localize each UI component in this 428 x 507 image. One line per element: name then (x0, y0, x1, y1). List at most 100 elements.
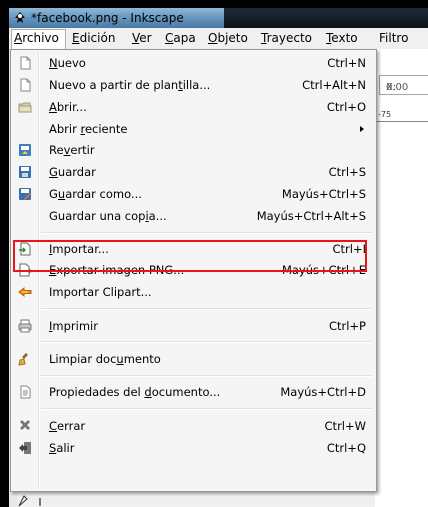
label-text: ardar como... (65, 187, 142, 201)
menu-objeto[interactable]: Objeto (208, 31, 248, 45)
label-text: alir (56, 441, 75, 455)
menu-label: Filtro (379, 31, 409, 45)
menu-label: rayecto (266, 31, 312, 45)
shortcut: Mayús+Ctrl+D (280, 385, 366, 399)
shortcut: Mayús+Ctrl+Alt+S (256, 209, 366, 223)
label-text: illa... (182, 78, 211, 92)
label-text: uevo (57, 56, 86, 70)
menu-item-guardar-como[interactable]: Guardar como... Mayús+Ctrl+S (13, 183, 374, 205)
menu-item-salir[interactable]: Salir Ctrl+Q (13, 437, 374, 459)
menu-separator (41, 375, 372, 377)
mnemonic: u (116, 352, 124, 366)
x-value: 0.00 (386, 82, 409, 93)
menu-separator (41, 308, 372, 310)
save-icon (19, 166, 31, 178)
menu-item-label: Limpiar documento (49, 352, 161, 366)
label-text: uardar (57, 165, 96, 179)
title-bar-dark-region (224, 8, 428, 28)
open-folder-icon (18, 102, 32, 113)
menu-separator (41, 232, 372, 234)
menu-item-label: Guardar (49, 165, 96, 179)
shortcut: Ctrl+W (324, 419, 366, 433)
label-text: Guardar una cop (49, 209, 146, 223)
mnemonic: N (49, 56, 58, 70)
template-icon (20, 78, 31, 92)
menu-item-nuevo[interactable]: Nuevo Ctrl+N (13, 52, 374, 74)
submenu-arrow-icon (360, 126, 364, 132)
menu-label: apa (173, 31, 196, 45)
menu-item-abrir-reciente[interactable]: Abrir reciente (13, 118, 374, 140)
mnemonic: A (49, 100, 57, 114)
menu-item-propiedades-documento[interactable]: Propiedades del documento... Mayús+Ctrl+… (13, 381, 374, 403)
menu-item-cerrar[interactable]: Cerrar Ctrl+W (13, 415, 374, 437)
menu-archivo[interactable]: Archivo (14, 31, 59, 45)
menu-separator (41, 408, 372, 410)
close-icon (20, 420, 30, 430)
importar-highlight-box (13, 240, 367, 272)
ruler-tick-label: -75 (378, 110, 392, 119)
label-text: ertir (70, 143, 95, 157)
menu-item-label: Guardar una copia... (49, 209, 167, 223)
menu-label: bjeto (217, 31, 248, 45)
menu-bar: Archivo Edición Ver Capa Objeto Trayecto… (9, 28, 428, 50)
menu-item-guardar[interactable]: Guardar Ctrl+S (13, 161, 374, 183)
shortcut: Ctrl+S (328, 165, 366, 179)
window-title: *facebook.png - Inkscape (31, 11, 184, 25)
label-text: Limpiar doc (49, 352, 117, 366)
shortcut: Ctrl+P (328, 319, 366, 333)
menu-item-label: Propiedades del documento... (49, 385, 220, 399)
menu-item-label: Nuevo a partir de plantilla... (49, 78, 210, 92)
pen-tool-icon (18, 495, 41, 507)
x-coordinate-field[interactable]: X: 0.00 (379, 75, 428, 95)
menu-item-label: Importar Clipart... (49, 285, 152, 299)
menu-filtros[interactable]: Filtro (379, 31, 408, 45)
revert-icon (19, 144, 31, 156)
label-text: a... (148, 209, 167, 223)
clipart-icon (18, 286, 32, 298)
shortcut: Ctrl+Alt+N (302, 78, 366, 92)
menu-texto[interactable]: Texto (326, 31, 358, 45)
shortcut: Mayús+Ctrl+S (281, 187, 366, 201)
menu-label: exto (331, 31, 358, 45)
menu-edicion[interactable]: Edición (72, 31, 115, 45)
label-text: mento (123, 352, 161, 366)
mnemonic: G (49, 165, 58, 179)
title-bar: *facebook.png - Inkscape (9, 8, 428, 28)
menu-item-revertir[interactable]: Revertir (13, 139, 374, 161)
menu-capa[interactable]: Capa (165, 31, 196, 45)
new-document-icon (20, 56, 31, 70)
menu-ver[interactable]: Ver (132, 31, 152, 45)
shortcut: Ctrl+N (327, 56, 366, 70)
label-text: eciente (84, 122, 128, 136)
label-text: Abrir (49, 122, 81, 136)
label-text: Importar Clipart... (49, 285, 152, 299)
horizontal-ruler: -75 (377, 110, 428, 122)
menu-item-label: Abrir... (49, 100, 87, 114)
label-text: Re (49, 143, 64, 157)
menu-item-label: Abrir reciente (49, 122, 128, 136)
menu-item-label: Revertir (49, 143, 95, 157)
menu-item-limpiar-documento[interactable]: Limpiar documento (13, 348, 374, 370)
label-text: errar (57, 419, 86, 433)
inkscape-logo-icon (15, 12, 25, 23)
save-as-icon (19, 188, 31, 200)
label-text: ocumento... (151, 385, 221, 399)
label-text: brir... (56, 100, 87, 114)
menu-item-abrir[interactable]: Abrir... Ctrl+O (13, 96, 374, 118)
shortcut: Ctrl+Q (326, 441, 366, 455)
shortcut: Ctrl+O (326, 100, 366, 114)
label-text: mprimir (52, 319, 98, 333)
menu-item-label: Cerrar (49, 419, 85, 433)
mnemonic: A (14, 31, 23, 45)
menu-item-nuevo-plantilla[interactable]: Nuevo a partir de plantilla... Ctrl+Alt+… (13, 74, 374, 96)
mnemonic: d (144, 385, 152, 399)
label-text: G (49, 187, 58, 201)
menu-trayecto[interactable]: Trayecto (261, 31, 312, 45)
menu-item-imprimir[interactable]: Imprimir Ctrl+P (13, 315, 374, 337)
menu-separator (41, 341, 372, 343)
menu-item-guardar-copia[interactable]: Guardar una copia... Mayús+Ctrl+Alt+S (13, 205, 374, 227)
quit-icon (19, 442, 31, 454)
menu-label: rchivo (22, 31, 59, 45)
menu-label: er (139, 31, 152, 45)
menu-item-importar-clipart[interactable]: Importar Clipart... (13, 281, 374, 303)
